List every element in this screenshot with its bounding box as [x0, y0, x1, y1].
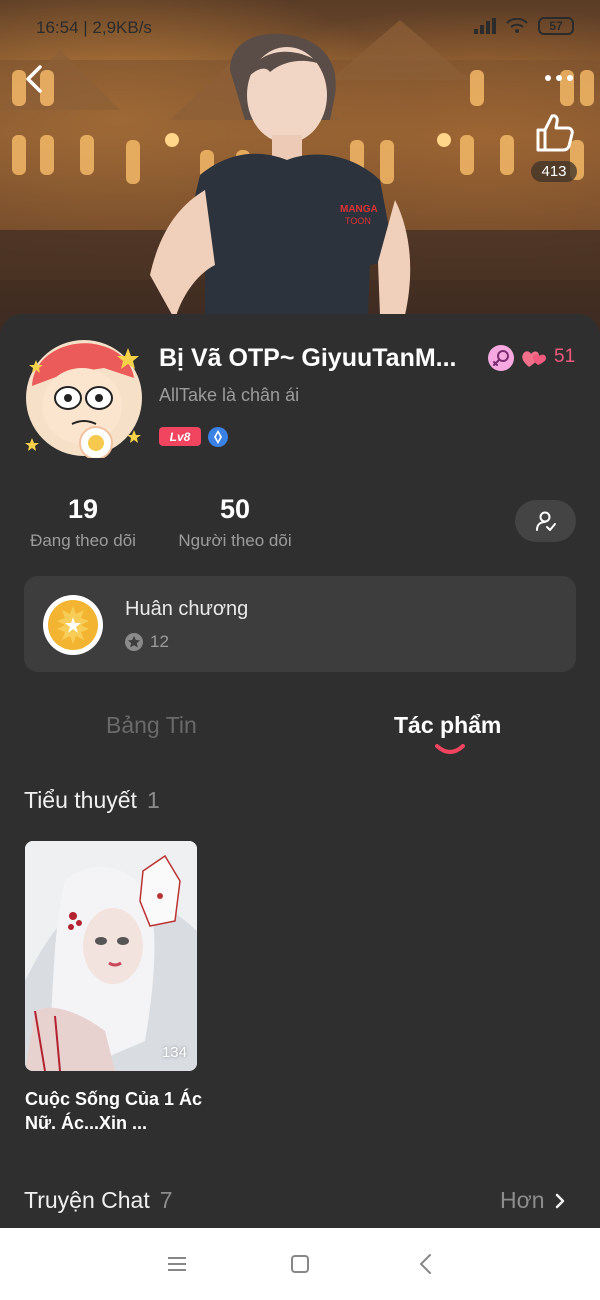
medal-title: Huân chương [125, 598, 249, 620]
thumbs-up-icon [536, 114, 574, 152]
signal-icon [474, 18, 496, 34]
tab-feed[interactable]: Bảng Tin [106, 712, 197, 739]
medal-card[interactable]: Huân chương 12 [24, 576, 576, 672]
menu-icon[interactable] [165, 1252, 189, 1276]
more-dots-icon[interactable] [540, 64, 578, 92]
chevron-right-icon [556, 1193, 565, 1208]
followers-stat[interactable]: 50 Người theo dõi [172, 494, 298, 551]
profile-name: Bị Vã OTP~ GiyuuTanM... [159, 344, 457, 372]
status-bar: 16:54 | 2,9KB/s 57 [0, 0, 600, 56]
profile-cover: MANGA TOON 16:54 | 2,9KB/s 57 413 [0, 0, 600, 340]
medal-icon [43, 595, 103, 655]
svg-text:MANGA: MANGA [340, 204, 378, 215]
more-chat-stories-link[interactable]: Hơn [500, 1187, 566, 1214]
chat-section-label: Truyện Chat [24, 1187, 150, 1213]
follow-button[interactable] [515, 500, 576, 542]
verified-badge-icon [208, 427, 228, 447]
novel-cover[interactable]: 134 [25, 841, 197, 1071]
back-triangle-icon[interactable] [414, 1252, 438, 1276]
level-badge: Lv8 [159, 427, 201, 446]
active-tab-indicator [435, 744, 465, 754]
medal-count: 12 [150, 632, 169, 651]
novel-section-title: Tiểu thuyết 1 [24, 787, 160, 814]
novel-views: 134 [161, 1044, 187, 1061]
user-check-icon [535, 511, 556, 531]
following-stat[interactable]: 19 Đang theo dõi [24, 494, 142, 551]
novel-section-label: Tiểu thuyết [24, 787, 137, 813]
novel-count: 1 [146, 787, 160, 813]
profile-bio: AllTake là chân ái [159, 385, 300, 405]
battery-icon: 57 [538, 17, 574, 35]
home-square-icon[interactable] [288, 1252, 312, 1276]
following-count: 19 [67, 494, 99, 524]
chevron-left-icon[interactable] [18, 62, 52, 96]
avatar[interactable] [24, 338, 144, 458]
followers-label: Người theo dõi [178, 531, 292, 550]
svg-text:TOON: TOON [345, 216, 371, 226]
wifi-icon [506, 18, 528, 33]
star-badge-icon [125, 633, 143, 651]
following-label: Đang theo dõi [30, 531, 136, 550]
like-button[interactable]: 413 [528, 110, 580, 182]
novel-cover-image [25, 841, 197, 1071]
status-time: 16:54 | 2,9KB/s [36, 18, 152, 37]
novel-title[interactable]: Cuộc Sống Của 1 Ác Nữ. Ác...Xin ... [25, 1087, 203, 1135]
gender-female-icon [488, 345, 514, 371]
heart-icon [522, 351, 547, 367]
like-count: 413 [531, 161, 577, 182]
chat-count: 7 [159, 1187, 173, 1213]
chat-section-title: Truyện Chat 7 [24, 1187, 173, 1214]
system-nav-bar [0, 1228, 600, 1300]
followers-count: 50 [219, 494, 251, 524]
tab-works[interactable]: Tác phẩm [394, 712, 501, 739]
more-label: Hơn [500, 1187, 545, 1213]
heart-count: 51 [554, 346, 576, 367]
